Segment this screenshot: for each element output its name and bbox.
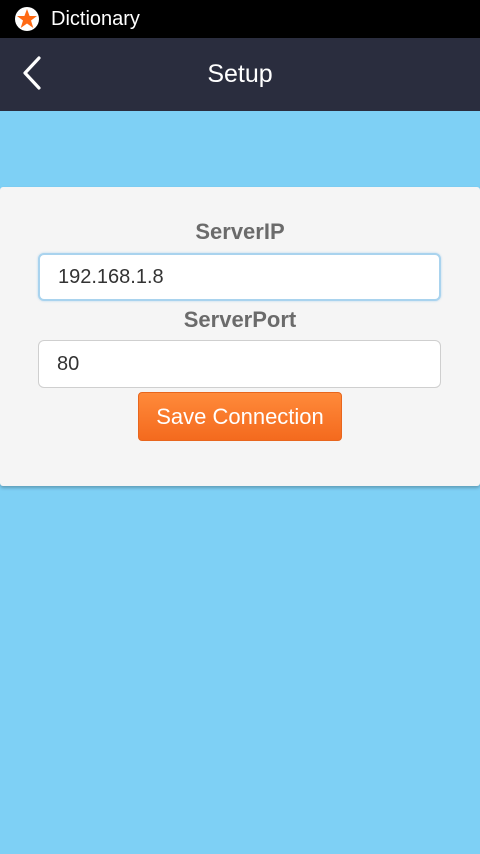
server-port-label: ServerPort: [183, 307, 297, 332]
setup-card: ServerIP ServerPort Save Connection: [0, 187, 480, 486]
back-button[interactable]: [12, 54, 52, 96]
page-title: Setup: [207, 60, 273, 88]
save-connection-button[interactable]: Save Connection: [138, 392, 342, 441]
server-ip-label: ServerIP: [195, 219, 285, 244]
server-port-input[interactable]: [38, 340, 441, 388]
action-bar: Setup: [0, 38, 480, 111]
chevron-left-icon: [20, 55, 44, 95]
app-title: Dictionary: [51, 7, 140, 30]
star-icon: [14, 6, 40, 32]
status-bar: Dictionary: [0, 0, 480, 38]
server-ip-input[interactable]: [38, 253, 441, 301]
